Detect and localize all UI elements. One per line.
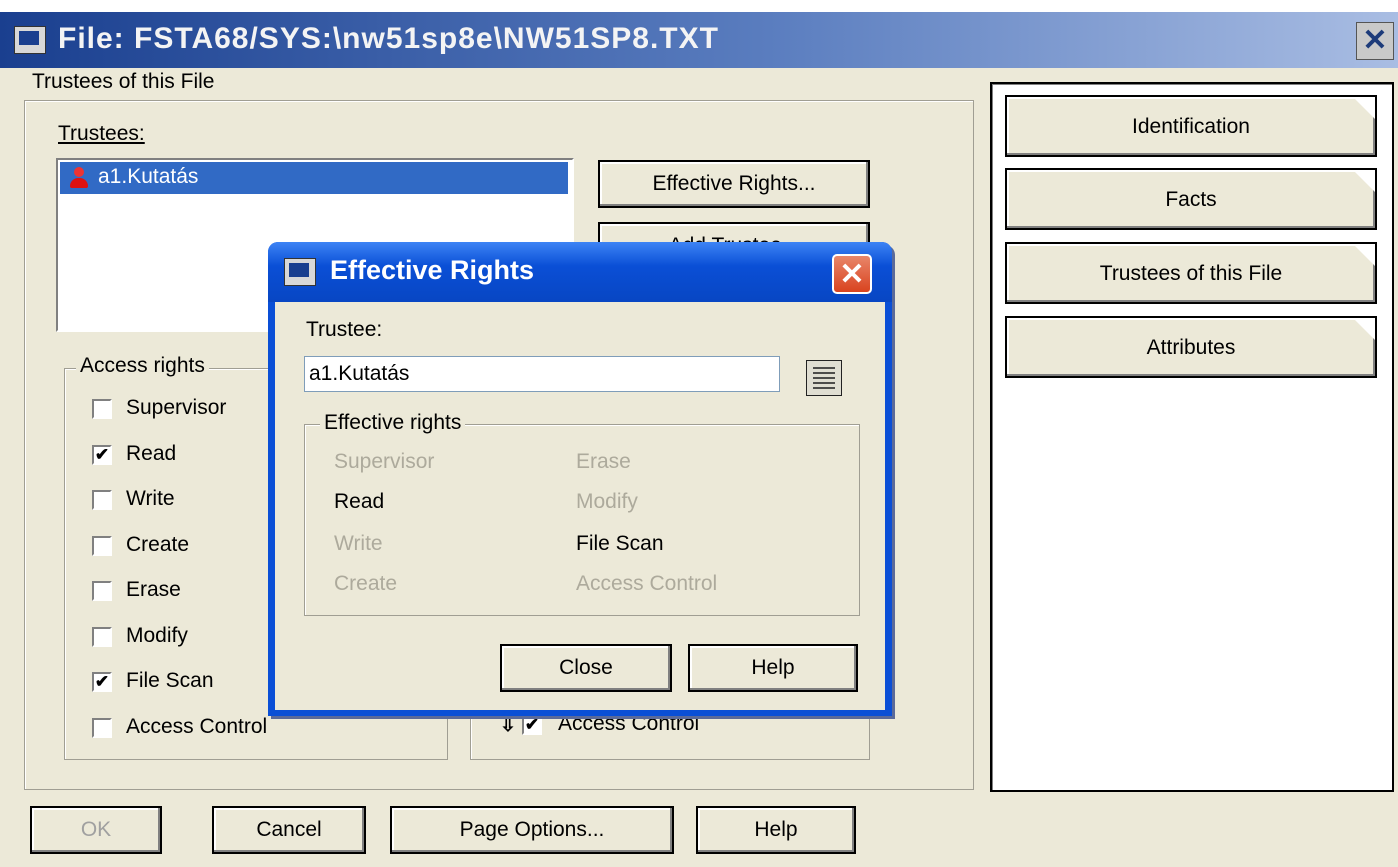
access-right-label: Modify <box>126 624 188 647</box>
effective-right-read: Read <box>334 490 385 513</box>
effective-rights-legend: Effective rights <box>320 411 466 435</box>
app-icon <box>14 26 46 54</box>
access-right-label: Create <box>126 533 190 556</box>
window-title: File: FSTA68/SYS:\nw51sp8e\NW51SP8.TXT <box>58 22 719 55</box>
effective-right-create: Create <box>334 572 398 595</box>
window-titlebar[interactable]: File: FSTA68/SYS:\nw51sp8e\NW51SP8.TXT ✕ <box>0 12 1398 68</box>
tab-trustees-of-this-file[interactable]: Trustees of this File <box>1005 242 1377 304</box>
help-button[interactable]: Help <box>696 806 856 854</box>
access-right-checkbox[interactable] <box>92 627 112 647</box>
tab-facts[interactable]: Facts <box>1005 168 1377 230</box>
trustee-field[interactable]: a1.Kutatás <box>304 356 780 392</box>
trustee-name: a1.Kutatás <box>98 165 199 188</box>
access-right-label: Write <box>126 487 175 510</box>
access-right-checkbox[interactable]: ✔ <box>92 445 112 465</box>
section-title: Trustees of this File <box>32 70 215 93</box>
effective-right-access-control: Access Control <box>576 572 718 595</box>
access-right-label: File Scan <box>126 669 214 692</box>
dialog-titlebar[interactable]: Effective Rights ✕ <box>268 242 892 302</box>
page-options-button[interactable]: Page Options... <box>390 806 674 854</box>
inherit-arrow-icon: ⇩ <box>500 715 516 736</box>
effective-right-write: Write <box>334 532 383 555</box>
dialog-app-icon <box>284 258 316 286</box>
browse-icon[interactable] <box>806 360 842 396</box>
access-right-checkbox[interactable] <box>92 718 112 738</box>
trustee-label: Trustee: <box>306 318 383 341</box>
access-right-checkbox[interactable] <box>92 399 112 419</box>
tab-attributes[interactable]: Attributes <box>1005 316 1377 378</box>
dialog-close-text-button[interactable]: Close <box>500 644 672 692</box>
dialog-close-button[interactable]: ✕ <box>832 254 872 294</box>
access-right-label: Access Control <box>126 715 268 738</box>
access-right-checkbox[interactable] <box>92 536 112 556</box>
effective-right-supervisor: Supervisor <box>334 450 435 473</box>
access-right-label: Read <box>126 442 177 465</box>
effective-right-file-scan: File Scan <box>576 532 664 555</box>
trustee-item[interactable]: a1.Kutatás <box>60 162 568 194</box>
close-window-button[interactable]: ✕ <box>1356 22 1394 60</box>
effective-right-modify: Modify <box>576 490 638 513</box>
dialog-title: Effective Rights <box>330 255 535 285</box>
access-right-checkbox[interactable] <box>92 490 112 510</box>
trustees-label: Trustees: <box>58 122 145 145</box>
inherited-access-control-checkbox[interactable]: ✔ <box>522 715 542 735</box>
access-right-label: Erase <box>126 578 181 601</box>
access-right-checkbox[interactable] <box>92 581 112 601</box>
access-rights-legend: Access rights <box>76 354 209 378</box>
access-right-checkbox[interactable]: ✔ <box>92 672 112 692</box>
ok-button[interactable]: OK <box>30 806 162 854</box>
tab-identification[interactable]: Identification <box>1005 95 1377 157</box>
cancel-button[interactable]: Cancel <box>212 806 366 854</box>
effective-right-erase: Erase <box>576 450 631 473</box>
user-icon <box>68 167 90 189</box>
access-right-label: Supervisor <box>126 396 227 419</box>
effective-rights-button[interactable]: Effective Rights... <box>598 160 870 208</box>
dialog-help-button[interactable]: Help <box>688 644 858 692</box>
